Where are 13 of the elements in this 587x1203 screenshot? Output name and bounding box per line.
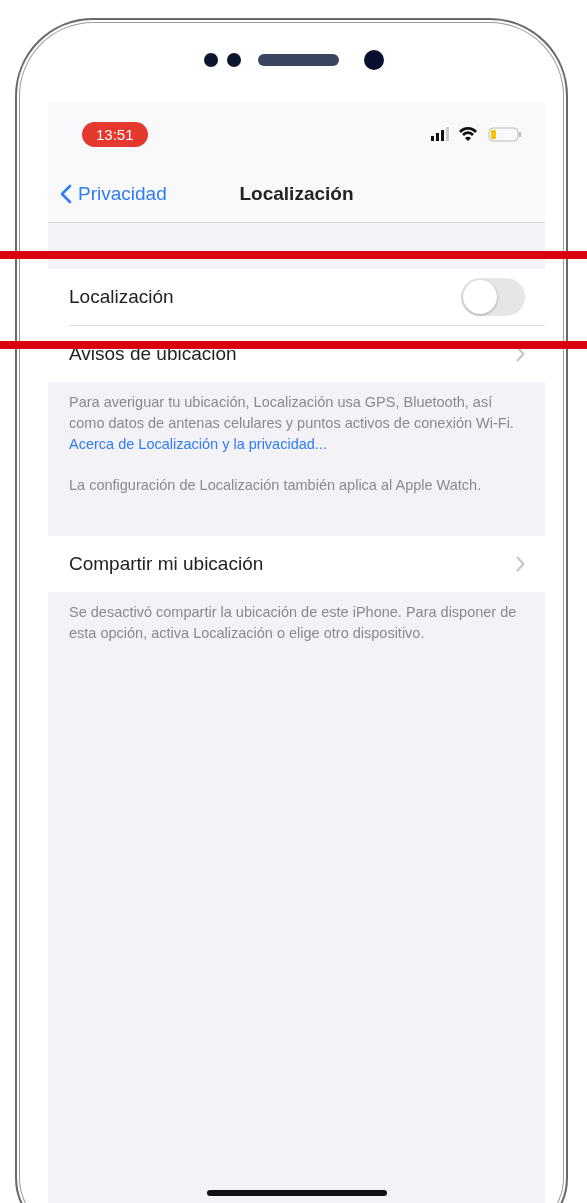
row-label: Compartir mi ubicación	[69, 553, 264, 575]
nav-title: Localización	[239, 182, 354, 205]
footer-text: Se desactivó compartir la ubicación de este iPhone. Para disponer de esta opción, activa Localización o elige otro dispositivo.	[69, 603, 518, 643]
row-label: Avisos de ubicación	[69, 343, 237, 365]
status-time: 13:51	[82, 121, 148, 147]
footer-text: La configuración de Localización también aplica al Apple Watch.	[69, 476, 483, 495]
chevron-left-icon	[60, 183, 72, 204]
chevron-right-icon[interactable]	[516, 346, 525, 362]
row-label: Localización	[69, 286, 174, 308]
footer-text: Para averiguar tu ubicación, Localización usa GPS, Bluetooth, así como datos de antenas celulares y puntos activos de conexión Wi-Fi. Acerca de Localización y la privacidad...	[69, 393, 515, 454]
privacy-link[interactable]: Acerca de Localización y la privacidad...	[69, 436, 327, 452]
toggle-switch[interactable]	[461, 278, 525, 316]
back-button[interactable]: Privacidad	[60, 182, 167, 205]
